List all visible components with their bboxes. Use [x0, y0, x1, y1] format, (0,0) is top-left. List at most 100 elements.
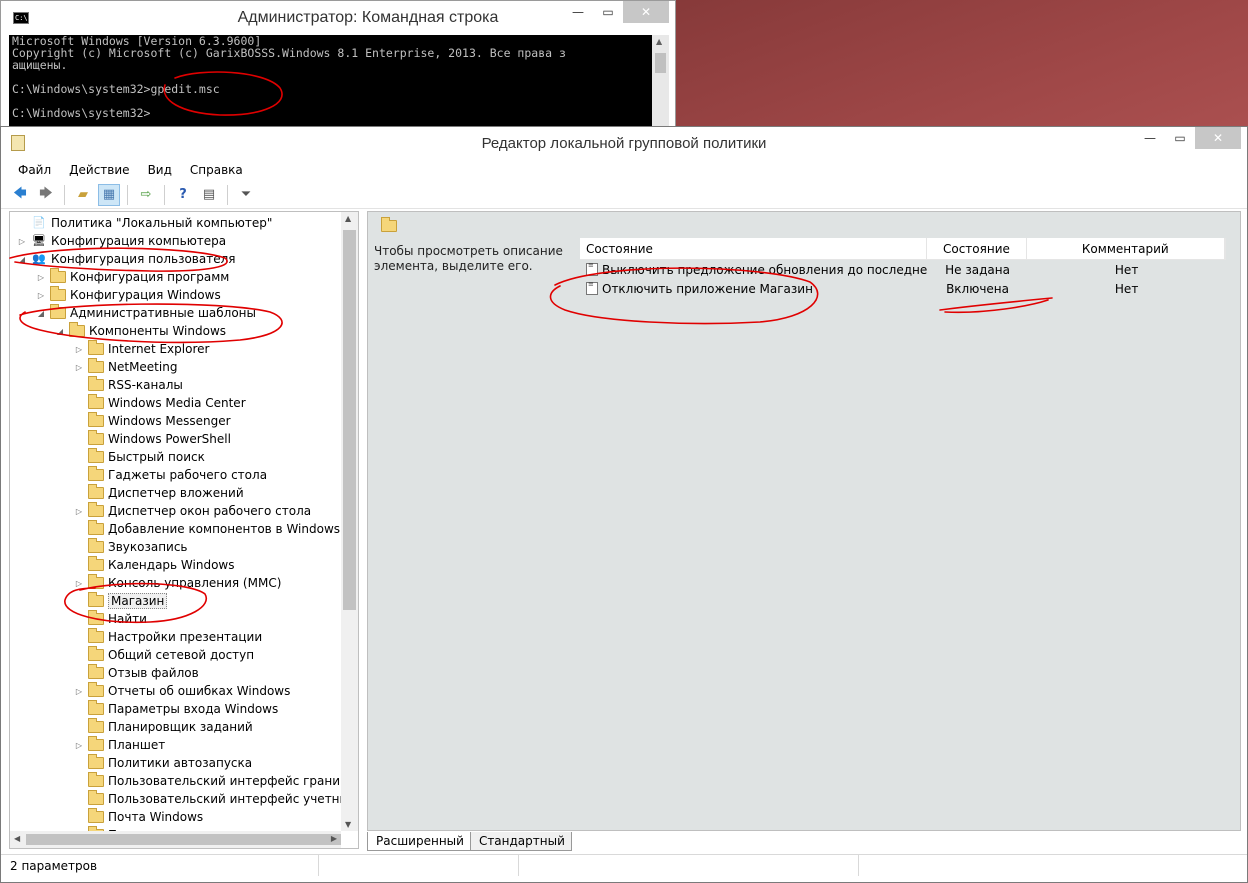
- menu-file[interactable]: Файл: [9, 163, 60, 177]
- toolbar: 🡄 🡆 ▰ ▦ ⇨ ? ▤ ⏷: [1, 181, 1247, 209]
- folder-icon: [88, 430, 104, 445]
- tree-node[interactable]: Добавление компонентов в Windows 8.1: [73, 520, 341, 538]
- tree-node[interactable]: ▷ Internet Explorer: [73, 340, 209, 358]
- tree-horizontal-scrollbar[interactable]: ◀ ▶: [10, 831, 341, 848]
- column-header-comment[interactable]: Комментарий: [1027, 238, 1226, 259]
- tree-node[interactable]: Пользовательский интерфейс границ: [73, 772, 341, 790]
- tree-node-label: Найти: [108, 612, 147, 626]
- show-tree-button[interactable]: ▦: [98, 183, 120, 206]
- menu-view[interactable]: Вид: [139, 163, 181, 177]
- tree-node-label: Отчеты об ошибках Windows: [108, 684, 291, 698]
- menu-help[interactable]: Справка: [181, 163, 252, 177]
- expand-arrow-icon[interactable]: ▷: [73, 363, 85, 372]
- expand-arrow-icon[interactable]: ▷: [73, 507, 85, 516]
- scroll-up-icon[interactable]: ▲: [345, 214, 351, 223]
- tree-node-label: Политики автозапуска: [108, 756, 253, 770]
- table-row[interactable]: ≡ Отключить приложение Магазин Включена Н…: [580, 279, 1226, 298]
- expand-arrow-icon[interactable]: ▷: [73, 345, 85, 354]
- tree-node[interactable]: Windows Media Center: [73, 394, 246, 412]
- tree-node[interactable]: Звукозапись: [73, 538, 188, 556]
- help-button[interactable]: ?: [172, 184, 194, 206]
- tree-node[interactable]: Отзыв файлов: [73, 664, 199, 682]
- column-header-state[interactable]: Состояние: [927, 238, 1027, 259]
- tree-node[interactable]: ▷ 🖥 Конфигурация компьютера: [16, 232, 226, 250]
- tree-node[interactable]: Windows Messenger: [73, 412, 231, 430]
- column-header-setting[interactable]: Состояние: [580, 238, 928, 259]
- minimize-button[interactable]: —: [563, 1, 593, 23]
- maximize-button[interactable]: ▭: [1165, 127, 1195, 149]
- close-button[interactable]: ✕: [1195, 127, 1241, 149]
- tree-node[interactable]: ▷ Планшет: [73, 736, 165, 754]
- tree-node[interactable]: RSS-каналы: [73, 376, 183, 394]
- collapse-arrow-icon[interactable]: ◢: [54, 327, 66, 336]
- tree-node[interactable]: ▷ Отчеты об ошибках Windows: [73, 682, 290, 700]
- tree-node[interactable]: Календарь Windows: [73, 556, 235, 574]
- filter-button[interactable]: ⏷: [235, 184, 257, 206]
- tree-node[interactable]: Настройки презентации: [73, 628, 262, 646]
- tree-node[interactable]: ▷ Конфигурация программ: [35, 268, 229, 286]
- expand-arrow-icon[interactable]: ▷: [73, 579, 85, 588]
- scroll-up-icon[interactable]: ▲: [656, 37, 662, 46]
- tree-node[interactable]: 📄 Политика "Локальный компьютер": [16, 214, 272, 232]
- tree-node[interactable]: ▷ NetMeeting: [73, 358, 177, 376]
- cmd-window: C:\ Администратор: Командная строка — ▭ …: [0, 0, 676, 128]
- expand-arrow-icon[interactable]: ▷: [73, 687, 85, 696]
- back-button[interactable]: 🡄: [9, 184, 31, 206]
- scroll-right-icon[interactable]: ▶: [331, 834, 337, 843]
- tree-node[interactable]: Windows PowerShell: [73, 430, 231, 448]
- tree-node[interactable]: Гаджеты рабочего стола: [73, 466, 267, 484]
- status-count: 2 параметров: [1, 855, 319, 876]
- tree-node[interactable]: ◢ 👥 Конфигурация пользователя: [16, 250, 236, 268]
- folder-icon: [88, 412, 104, 427]
- forward-button[interactable]: 🡆: [35, 184, 57, 206]
- expand-arrow-icon[interactable]: ▷: [35, 291, 47, 300]
- console-output[interactable]: Microsoft Windows [Version 6.3.9600] Copy…: [9, 35, 652, 127]
- tree-node[interactable]: Параметры входа Windows: [73, 700, 278, 718]
- table-row[interactable]: ≡ Выключить предложение обновления до пос…: [580, 260, 1226, 279]
- tree-node[interactable]: Планировщик заданий: [73, 718, 253, 736]
- collapse-arrow-icon[interactable]: ◢: [35, 309, 47, 318]
- properties-button[interactable]: ▤: [198, 184, 220, 206]
- cmd-titlebar[interactable]: C:\ Администратор: Командная строка — ▭ …: [1, 1, 675, 35]
- tree-node[interactable]: ▷ Конфигурация Windows: [35, 286, 221, 304]
- close-button[interactable]: ✕: [623, 1, 669, 23]
- export-icon: ⇨: [140, 187, 152, 202]
- tree-scroll-thumb[interactable]: [343, 230, 356, 610]
- scroll-down-icon[interactable]: ▼: [345, 820, 351, 829]
- tree-node[interactable]: ▷ Консоль управления (MMC): [73, 574, 281, 592]
- tree-hscroll-thumb[interactable]: [26, 834, 341, 845]
- tree-node[interactable]: ▷ Диспетчер окон рабочего стола: [73, 502, 311, 520]
- tree-node[interactable]: ◢ Административные шаблоны: [35, 304, 256, 322]
- tree-vertical-scrollbar[interactable]: ▲ ▼: [341, 212, 358, 831]
- gp-titlebar[interactable]: Редактор локальной групповой политики — …: [1, 127, 1247, 159]
- folder-icon: [88, 646, 104, 661]
- tab-extended[interactable]: Расширенный: [367, 832, 471, 851]
- expand-arrow-icon[interactable]: ▷: [35, 273, 47, 282]
- scroll-left-icon[interactable]: ◀: [14, 834, 20, 843]
- tree-pane[interactable]: 📄 Политика "Локальный компьютер" ▷ 🖥 Конфигу…: [9, 211, 359, 849]
- tree-node[interactable]: ◢ Компоненты Windows: [54, 322, 226, 340]
- tree-node[interactable]: Найти: [73, 610, 147, 628]
- expand-arrow-icon[interactable]: ▷: [73, 741, 85, 750]
- tree-node[interactable]: Пользовательский интерфейс учетных дан: [73, 790, 341, 808]
- tab-standard[interactable]: Стандартный: [469, 832, 572, 851]
- cmd-scroll-thumb[interactable]: [655, 53, 666, 73]
- tree-node-label: Компоненты Windows: [89, 324, 227, 338]
- minimize-button[interactable]: —: [1135, 127, 1165, 149]
- collapse-arrow-icon[interactable]: ◢: [16, 255, 28, 264]
- tree-node[interactable]: Магазин: [73, 592, 168, 610]
- setting-name: Выключить предложение обновления до посл…: [602, 262, 928, 277]
- tree-node[interactable]: Общий сетевой доступ: [73, 646, 254, 664]
- expand-arrow-icon[interactable]: ▷: [16, 237, 28, 246]
- tree-node[interactable]: Быстрый поиск: [73, 448, 205, 466]
- tree-node[interactable]: Политики автозапуска: [73, 754, 252, 772]
- maximize-button[interactable]: ▭: [593, 1, 623, 23]
- tree-node-label: Windows PowerShell: [108, 432, 231, 446]
- export-button[interactable]: ⇨: [135, 184, 157, 206]
- menu-action[interactable]: Действие: [60, 163, 138, 177]
- tree-node-label: Планшет: [108, 738, 166, 752]
- cmd-scrollbar[interactable]: ▲: [652, 35, 669, 127]
- tree-node[interactable]: Диспетчер вложений: [73, 484, 244, 502]
- tree-node[interactable]: Почта Windows: [73, 808, 203, 826]
- up-level-button[interactable]: ▰: [72, 184, 94, 206]
